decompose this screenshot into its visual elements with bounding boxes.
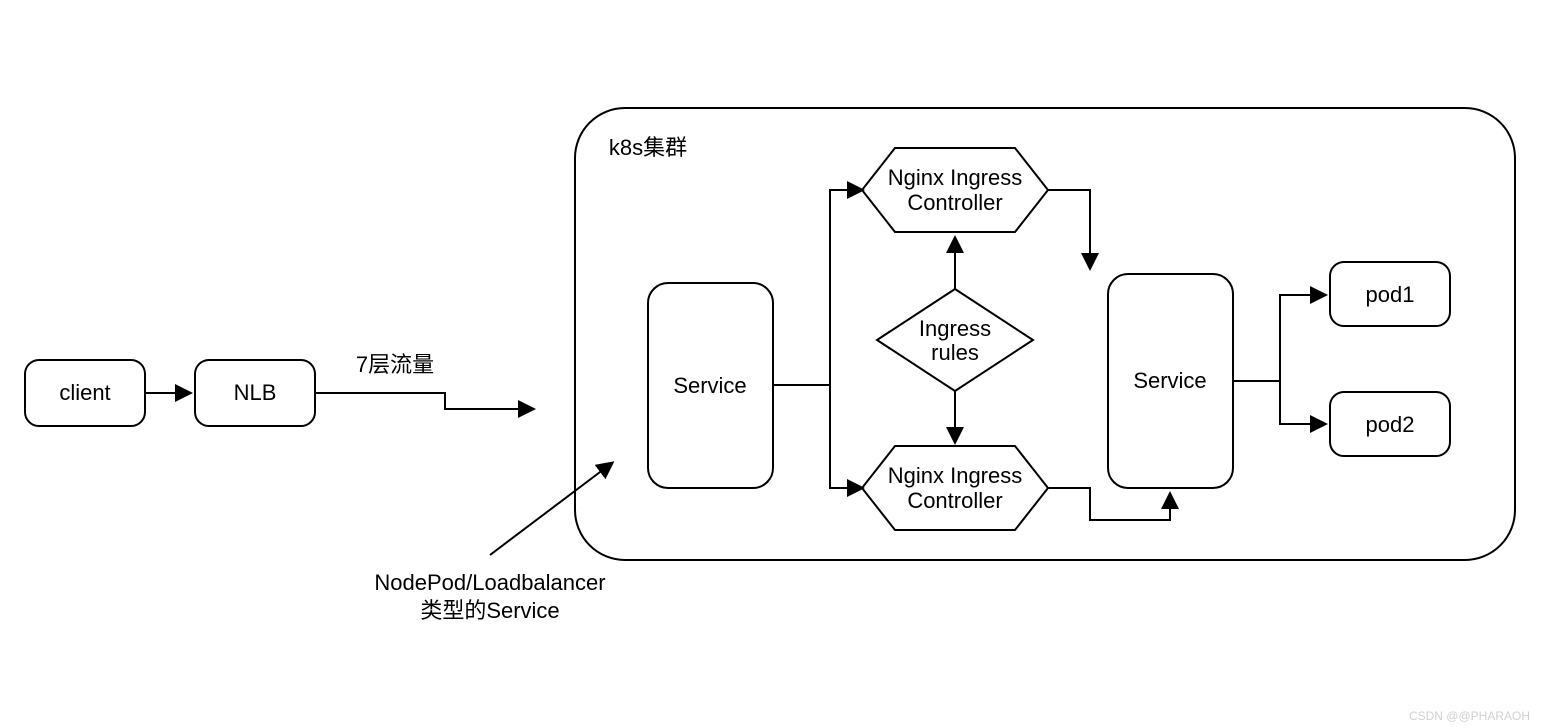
arrow-service-to-pod1 — [1233, 295, 1325, 381]
arrow-nginx-bottom-to-service — [1048, 488, 1170, 520]
cluster-title: k8s集群 — [609, 135, 687, 160]
traffic-label: 7层流量 — [356, 352, 434, 377]
pod2-label: pod2 — [1366, 412, 1415, 437]
nginx-bottom-label-1: Nginx Ingress — [888, 463, 1023, 488]
watermark-text: CSDN @@PHARAOH — [1409, 709, 1530, 723]
service-right-label: Service — [1133, 368, 1206, 393]
ingress-rules-label-1: Ingress — [919, 316, 991, 341]
pod1-label: pod1 — [1366, 282, 1415, 307]
arrow-service-to-pod2 — [1280, 381, 1325, 424]
ingress-rules-label-2: rules — [931, 340, 979, 365]
diagram-canvas: client NLB 7层流量 k8s集群 Service Nginx Ingr… — [0, 0, 1544, 728]
nginx-bottom-label-2: Controller — [907, 488, 1002, 513]
nginx-top-label-1: Nginx Ingress — [888, 165, 1023, 190]
arrow-nginx-top-to-service — [1048, 190, 1090, 268]
note-label-1: NodePod/Loadbalancer — [374, 570, 605, 595]
arrow-service-to-nginx-bottom — [830, 385, 862, 488]
note-label-2: 类型的Service — [420, 598, 559, 623]
arrow-nlb-to-cluster — [315, 393, 533, 409]
client-label: client — [59, 380, 110, 405]
arrow-service-to-nginx-top — [773, 190, 862, 385]
nginx-top-label-2: Controller — [907, 190, 1002, 215]
nlb-label: NLB — [234, 380, 277, 405]
service-left-label: Service — [673, 373, 746, 398]
arrow-note-to-service — [490, 463, 612, 555]
